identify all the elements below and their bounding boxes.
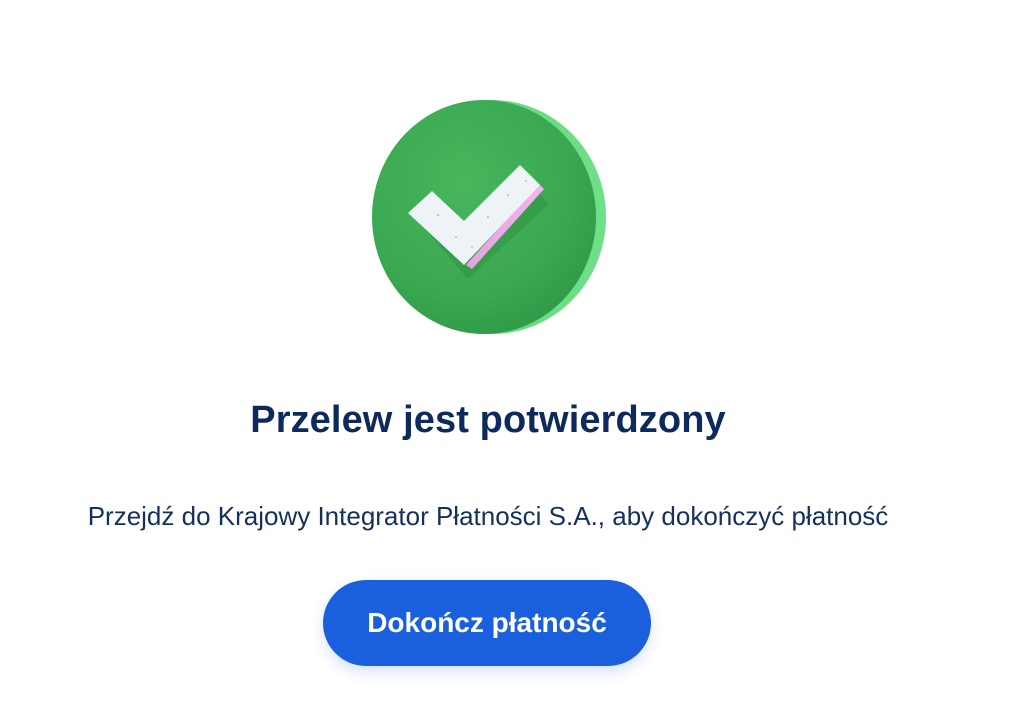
page-title: Przelew jest potwierdzony	[250, 399, 726, 441]
payment-confirmation-page: Przelew jest potwierdzony Przejdź do Kra…	[0, 0, 1012, 712]
checkmark-success-icon	[368, 97, 608, 337]
complete-payment-button[interactable]: Dokończ płatność	[323, 580, 651, 666]
confirmation-message: Przejdź do Krajowy Integrator Płatności …	[87, 501, 889, 531]
